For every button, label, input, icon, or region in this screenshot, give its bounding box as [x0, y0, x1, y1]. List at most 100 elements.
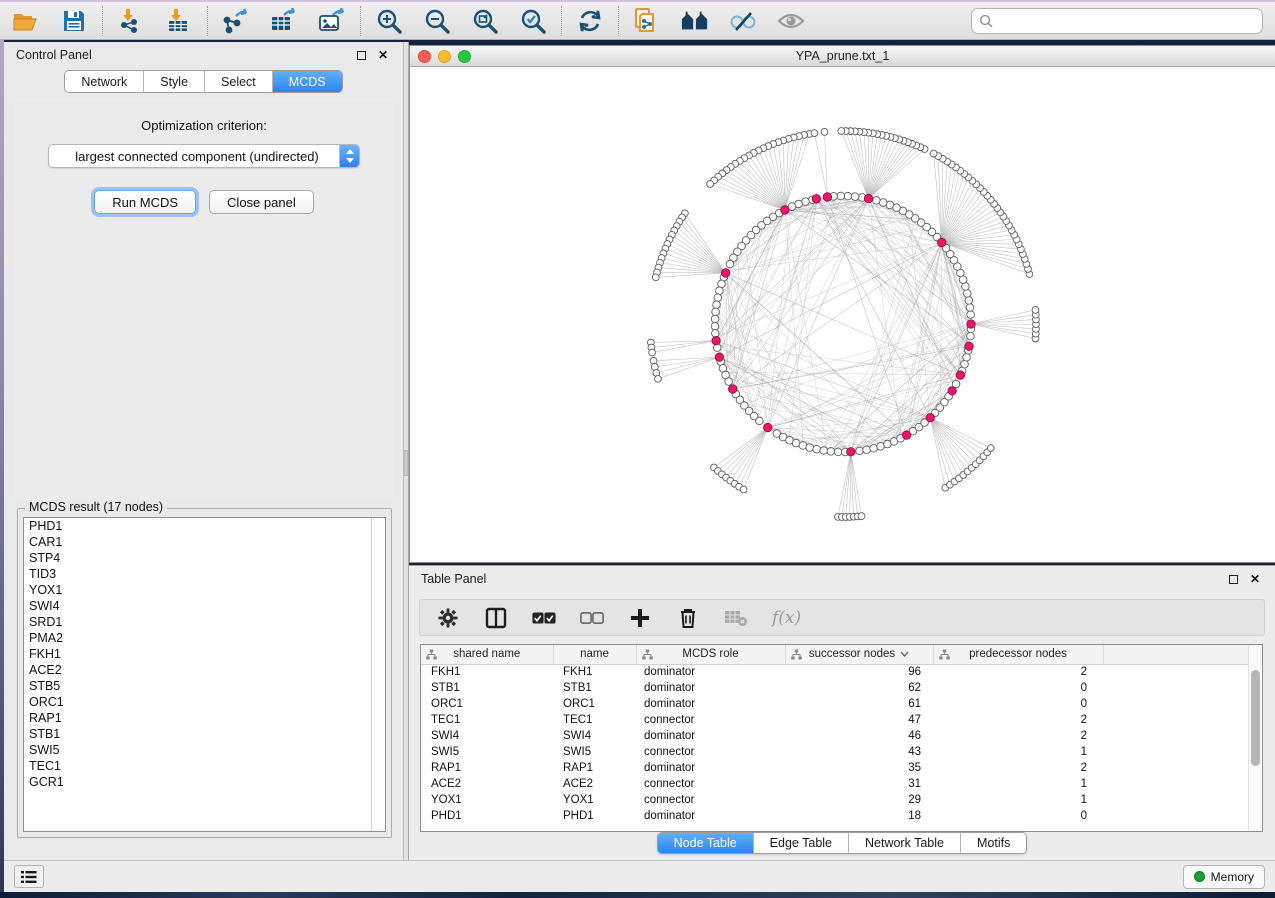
hide-selected-icon[interactable]: [729, 7, 757, 35]
network-node[interactable]: [872, 197, 880, 205]
close-table-panel-icon[interactable]: ✕: [1247, 571, 1263, 587]
save-session-icon[interactable]: [60, 7, 88, 35]
network-node[interactable]: [858, 513, 865, 520]
mcds-result-item[interactable]: STB1: [24, 726, 385, 742]
mcds-hub-node[interactable]: [948, 387, 956, 395]
network-node[interactable]: [806, 444, 814, 452]
network-node[interactable]: [799, 442, 807, 450]
mcds-hub-node[interactable]: [781, 206, 789, 214]
mcds-hub-node[interactable]: [956, 371, 964, 379]
close-panel-icon[interactable]: ✕: [375, 47, 391, 63]
network-node[interactable]: [966, 304, 974, 312]
mcds-hub-node[interactable]: [965, 342, 973, 350]
network-node[interactable]: [837, 192, 845, 200]
network-node[interactable]: [844, 192, 852, 200]
table-row[interactable]: SWI5SWI5connector431: [421, 744, 1263, 760]
network-node[interactable]: [1032, 306, 1039, 313]
network-node[interactable]: [716, 287, 724, 295]
mcds-hub-node[interactable]: [847, 448, 855, 456]
export-network-icon[interactable]: [222, 7, 250, 35]
mcds-result-item[interactable]: ORC1: [24, 694, 385, 710]
mcds-result-item[interactable]: STP4: [24, 550, 385, 566]
network-node[interactable]: [856, 447, 864, 455]
network-node[interactable]: [930, 150, 937, 157]
mcds-hub-node[interactable]: [823, 193, 831, 201]
table-row[interactable]: STB1STB1dominator620: [421, 680, 1263, 696]
tab-edge-table[interactable]: Edge Table: [754, 833, 849, 853]
mcds-result-item[interactable]: SWI5: [24, 742, 385, 758]
import-table-icon[interactable]: [165, 7, 193, 35]
mcds-result-item[interactable]: STB5: [24, 678, 385, 694]
mcds-hub-node[interactable]: [812, 195, 820, 203]
column-header-MCDS-role[interactable]: MCDS role: [636, 645, 785, 664]
deselect-all-checkboxes-icon[interactable]: [580, 606, 604, 630]
splitter-grip[interactable]: [404, 450, 408, 476]
tab-mcds[interactable]: MCDS: [273, 71, 342, 92]
network-node[interactable]: [652, 274, 659, 281]
close-panel-button[interactable]: Close panel: [209, 190, 314, 214]
network-node[interactable]: [712, 330, 720, 338]
column-header-name[interactable]: name: [553, 645, 636, 664]
mcds-result-list[interactable]: PHD1CAR1STP4TID3YOX1SWI4SRD1PMA2FKH1ACE2…: [23, 517, 386, 832]
network-node[interactable]: [718, 280, 726, 288]
scrollbar-thumb[interactable]: [1251, 670, 1260, 766]
mcds-hub-node[interactable]: [715, 353, 723, 361]
zoom-in-icon[interactable]: [375, 7, 403, 35]
network-node[interactable]: [961, 360, 969, 368]
network-node[interactable]: [649, 349, 656, 356]
mcds-hub-node[interactable]: [938, 238, 946, 246]
network-node[interactable]: [987, 445, 994, 452]
search-input[interactable]: [998, 14, 1255, 28]
tab-network-table[interactable]: Network Table: [849, 833, 961, 853]
tab-network[interactable]: Network: [65, 71, 144, 92]
split-columns-icon[interactable]: [484, 606, 508, 630]
network-node[interactable]: [813, 445, 821, 453]
network-graph[interactable]: [410, 67, 1270, 562]
network-node[interactable]: [879, 199, 887, 207]
network-canvas[interactable]: [410, 67, 1275, 562]
network-node[interactable]: [963, 290, 971, 298]
column-header-predecessor-nodes[interactable]: predecessor nodes: [933, 645, 1103, 664]
network-node[interactable]: [851, 193, 859, 201]
mcds-result-item[interactable]: FKH1: [24, 646, 385, 662]
network-node[interactable]: [965, 297, 973, 305]
mcds-result-item[interactable]: TID3: [24, 566, 385, 582]
list-scrollbar[interactable]: [371, 518, 385, 831]
mcds-result-item[interactable]: SRD1: [24, 614, 385, 630]
maximize-window-icon[interactable]: [458, 50, 471, 63]
mcds-result-item[interactable]: GCR1: [24, 774, 385, 790]
settings-gear-icon[interactable]: [436, 606, 460, 630]
export-image-icon[interactable]: [318, 7, 346, 35]
mcds-result-item[interactable]: RAP1: [24, 710, 385, 726]
close-window-icon[interactable]: [418, 50, 431, 63]
float-panel-icon[interactable]: [353, 47, 369, 63]
run-mcds-button[interactable]: Run MCDS: [94, 190, 196, 214]
first-neighbors-icon[interactable]: [681, 7, 709, 35]
new-network-from-selection-icon[interactable]: [633, 7, 661, 35]
mcds-hub-node[interactable]: [864, 194, 872, 202]
network-node[interactable]: [712, 308, 720, 316]
table-row[interactable]: TEC1TEC1connector472: [421, 712, 1263, 728]
network-node[interactable]: [655, 375, 662, 382]
mcds-result-item[interactable]: TEC1: [24, 758, 385, 774]
tab-node-table[interactable]: Node Table: [658, 833, 754, 853]
float-table-panel-icon[interactable]: [1225, 571, 1241, 587]
network-node[interactable]: [967, 311, 975, 319]
export-table-icon[interactable]: [270, 7, 298, 35]
network-node[interactable]: [740, 486, 747, 493]
search-box[interactable]: [971, 8, 1263, 34]
column-header-shared-name[interactable]: shared name: [421, 645, 553, 664]
mcds-result-item[interactable]: PMA2: [24, 630, 385, 646]
network-node[interactable]: [714, 294, 722, 302]
show-all-icon[interactable]: [777, 7, 805, 35]
network-node[interactable]: [870, 444, 878, 452]
minimize-window-icon[interactable]: [438, 50, 451, 63]
zoom-selected-icon[interactable]: [519, 7, 547, 35]
task-history-button[interactable]: [14, 865, 44, 888]
network-node[interactable]: [820, 447, 828, 455]
mcds-hub-node[interactable]: [902, 431, 910, 439]
mcds-hub-node[interactable]: [967, 320, 975, 328]
refresh-layout-icon[interactable]: [576, 7, 604, 35]
mcds-hub-node[interactable]: [721, 269, 729, 277]
network-node[interactable]: [711, 322, 719, 330]
